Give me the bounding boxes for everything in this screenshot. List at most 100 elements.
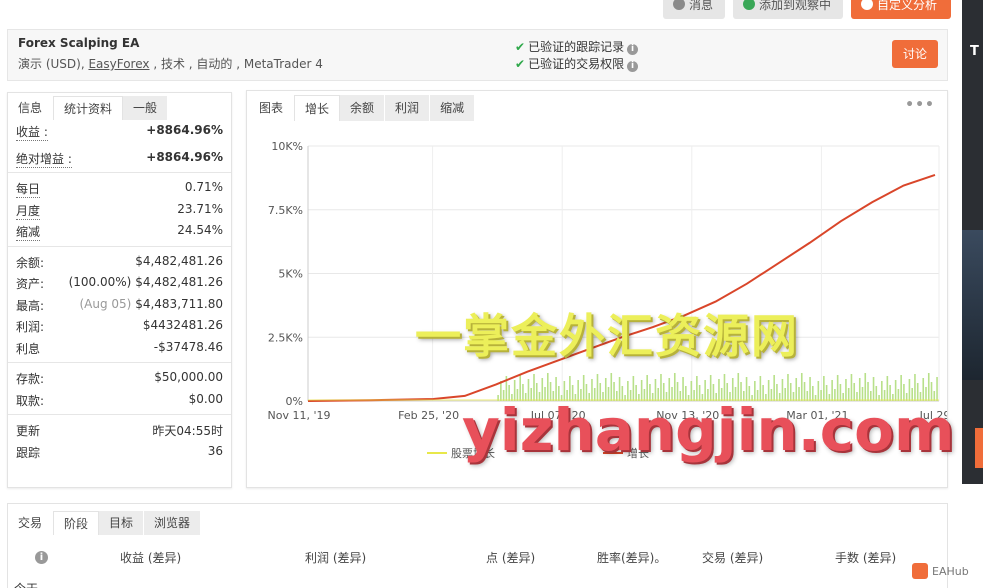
discuss-button[interactable]: 讨论 <box>892 40 938 68</box>
col-lots[interactable]: 手数 (差异) <box>835 549 896 566</box>
banner-text: T <box>970 44 979 59</box>
watermark-cn: 一掌金外汇资源网 <box>415 309 799 363</box>
interest-value: -$37478.46 <box>153 339 223 354</box>
row-today-label: 今天 <box>14 580 38 588</box>
tab-statistics[interactable]: 统计资料 <box>53 96 124 120</box>
analysis-label: 自定义分析 <box>877 0 938 12</box>
equity-label: 资产: <box>16 277 45 291</box>
tracking-value: 36 <box>207 443 223 458</box>
withdrawals-value: $0.00 <box>188 391 223 406</box>
stat-row-highest: 最高: (Aug 05) $4,483,711.80 <box>8 294 231 316</box>
tab-goals[interactable]: 目标 <box>99 511 145 535</box>
divider <box>8 414 231 415</box>
col-gain[interactable]: 收益 (差异) <box>120 549 181 566</box>
tab-browser[interactable]: 浏览器 <box>144 511 202 535</box>
tab-profit[interactable]: 利润 <box>385 95 431 121</box>
monthly-value: 23.71% <box>177 201 223 216</box>
withdrawals-label: 取款: <box>16 393 45 408</box>
stat-row-tracking: 跟踪 36 <box>8 441 231 463</box>
verified-track-record: ✔ 已验证的跟踪记录 i <box>515 38 639 55</box>
check-icon: ✔ <box>515 40 526 54</box>
y-tick-label: 2.5K% <box>268 331 303 344</box>
add-to-watchlist-button[interactable]: 添加到观察中 <box>733 0 843 19</box>
divider <box>8 245 231 247</box>
highest-value: (Aug 05) $4,483,711.80 <box>79 297 223 311</box>
profit-label: 利润: <box>16 320 45 334</box>
col-trades[interactable]: 交易 (差异) <box>702 549 763 566</box>
stat-row-interest: 利息 -$37478.46 <box>8 337 231 359</box>
eahub-logo-icon <box>912 563 928 579</box>
verified-access-label: 已验证的交易权限 <box>528 57 625 71</box>
highest-label: 最高: <box>16 298 45 313</box>
broker-link[interactable]: EasyForex <box>88 57 149 71</box>
tab-periods[interactable]: 阶段 <box>53 511 100 535</box>
periods-table-header: i 收益 (差异) 利润 (差异) 点 (差异) 胜率(差异)。 交易 (差异)… <box>8 540 947 572</box>
series-line-growth <box>307 173 936 402</box>
tab-chart[interactable]: 图表 <box>249 95 295 121</box>
updated-value: 昨天04:55时 <box>152 424 223 438</box>
equity-value: (100.00%) $4,482,481.26 <box>69 275 223 289</box>
tab-general[interactable]: 一般 <box>123 96 169 120</box>
deposits-label: 存款: <box>16 372 45 386</box>
eahub-badge[interactable]: EAHub <box>912 563 969 579</box>
info-icon[interactable]: i <box>627 44 639 55</box>
system-header: Forex Scalping EA 演示 (USD), EasyForex , … <box>7 29 948 81</box>
daily-value: 0.71% <box>184 180 223 194</box>
tab-growth[interactable]: 增长 <box>294 95 341 121</box>
x-tick-label: Nov 11, '19 <box>268 409 331 422</box>
system-name: Forex Scalping EA <box>18 36 140 50</box>
monthly-label[interactable]: 月度 <box>16 202 41 220</box>
daily-label[interactable]: 每日 <box>16 180 41 198</box>
stat-row-balance: 余额: $4,482,481.26 <box>8 251 231 273</box>
envelope-icon <box>673 0 685 10</box>
y-tick-label: 7.5K% <box>268 204 303 217</box>
y-tick-label: 0% <box>286 395 303 408</box>
abs-gain-value: +8864.96% <box>146 149 223 164</box>
x-tick-label: Feb 25, '20 <box>398 409 459 422</box>
watermark-en: yizhangjin.com <box>462 396 955 464</box>
col-winrate[interactable]: 胜率(差异)。 <box>597 549 666 566</box>
y-tick-label: 5K% <box>278 268 303 281</box>
tab-balance[interactable]: 余额 <box>340 95 386 121</box>
tab-info[interactable]: 信息 <box>8 96 54 120</box>
tracking-label: 跟踪 <box>16 445 41 460</box>
info-icon[interactable]: i <box>32 549 48 564</box>
side-banner[interactable]: T <box>962 0 983 484</box>
drawdown-value: 24.54% <box>177 223 223 237</box>
info-icon[interactable]: i <box>627 61 639 72</box>
custom-analysis-button[interactable]: 自定义分析 <box>851 0 951 19</box>
chart-tabs: 图表 增长 余额 利润 缩减 <box>249 93 476 121</box>
verified-trading-access: ✔ 已验证的交易权限 i <box>515 55 639 72</box>
stats-tabs: 信息 统计资料 一般 <box>8 93 169 120</box>
stat-row-profit: 利润: $4432481.26 <box>8 315 231 337</box>
periods-panel: 交易 阶段 目标 浏览器 i 收益 (差异) 利润 (差异) 点 (差异) 胜率… <box>7 503 948 588</box>
stat-row-abs-gain: 绝对增益 : +8864.96% <box>8 147 231 169</box>
gain-value: +8864.96% <box>146 123 223 137</box>
tab-trades[interactable]: 交易 <box>8 511 54 535</box>
gain-label[interactable]: 收益 : <box>16 123 48 141</box>
system-meta: 演示 (USD), EasyForex , 技术 , 自动的 , MetaTra… <box>18 55 323 72</box>
stats-list: 收益 : +8864.96% 绝对增益 : +8864.96% 每日 0.71%… <box>8 120 231 462</box>
equity-amount: $4,482,481.26 <box>135 275 223 289</box>
stat-row-gain: 收益 : +8864.96% <box>8 120 231 142</box>
stat-row-monthly: 月度 23.71% <box>8 199 231 221</box>
banner-cta[interactable] <box>975 428 983 468</box>
col-pips[interactable]: 点 (差异) <box>486 549 535 566</box>
messages-button[interactable]: 消息 <box>663 0 725 19</box>
equity-pct: (100.00%) <box>68 275 132 289</box>
interest-label: 利息 <box>16 341 41 356</box>
updated-label: 更新 <box>16 424 41 438</box>
stat-row-drawdown: 缩减 24.54% <box>8 220 231 242</box>
stat-row-withdrawals: 取款: $0.00 <box>8 389 231 411</box>
eahub-label: EAHub <box>932 565 969 578</box>
drawdown-label[interactable]: 缩减 <box>16 223 41 241</box>
more-options-icon[interactable]: ••• <box>905 97 935 113</box>
tab-drawdown[interactable]: 缩减 <box>430 95 476 121</box>
stat-row-deposits: 存款: $50,000.00 <box>8 367 231 389</box>
banner-image <box>962 230 983 380</box>
clock-icon <box>861 0 873 10</box>
abs-gain-label[interactable]: 绝对增益 : <box>16 150 72 168</box>
col-profit[interactable]: 利润 (差异) <box>305 549 366 566</box>
stats-panel: 信息 统计资料 一般 收益 : +8864.96% 绝对增益 : +8864.9… <box>7 92 232 488</box>
profit-value: $4432481.26 <box>142 318 223 332</box>
